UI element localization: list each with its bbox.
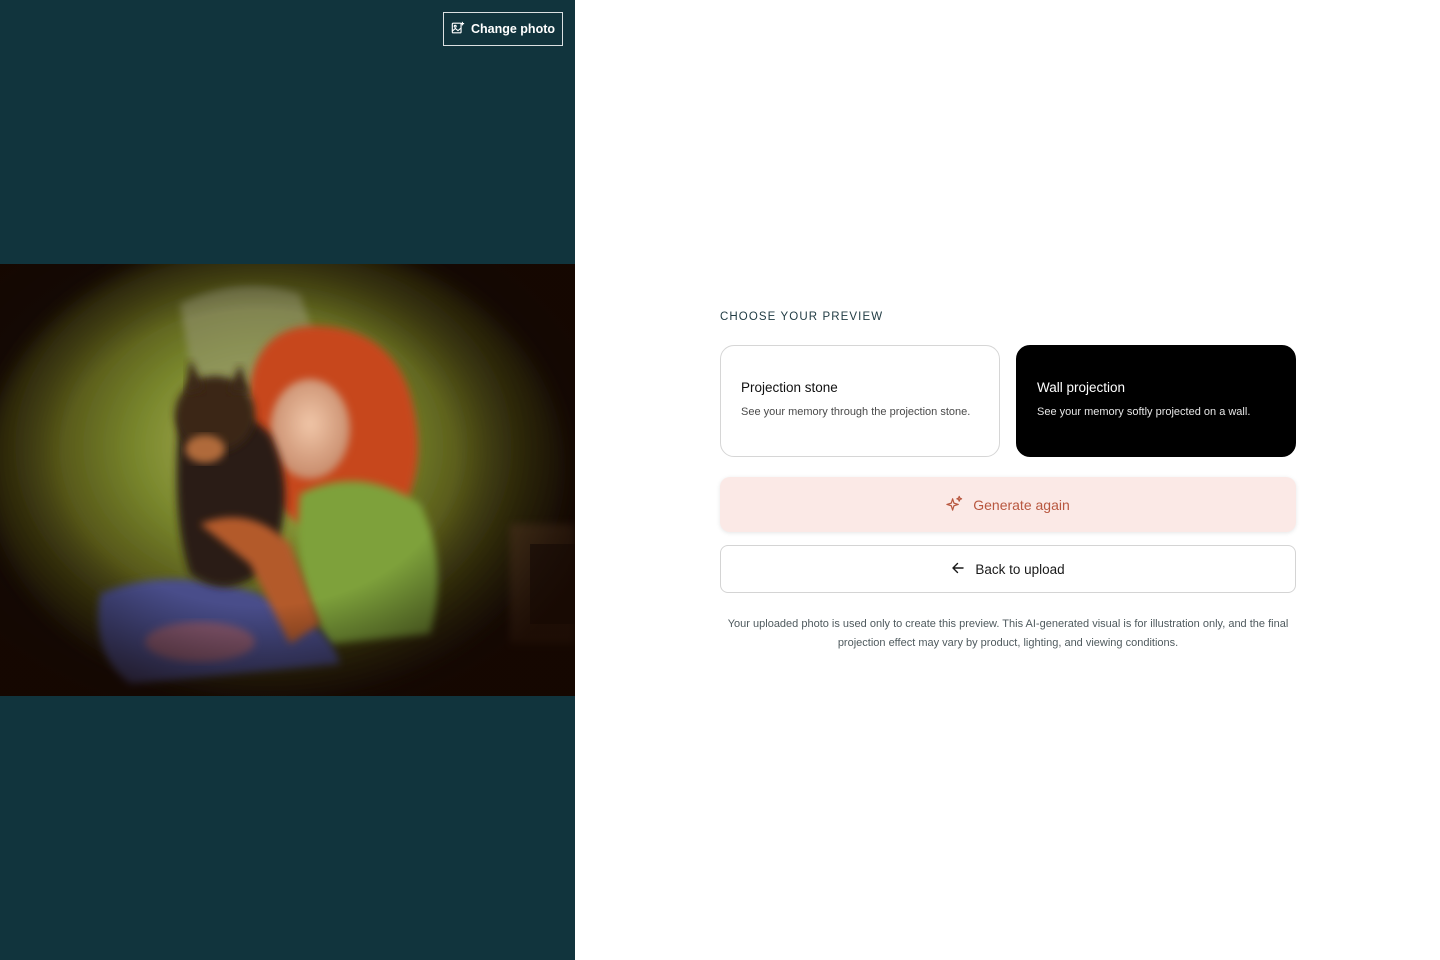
- disclaimer-text: Your uploaded photo is used only to crea…: [727, 618, 1289, 649]
- back-to-upload-button[interactable]: Back to upload: [720, 545, 1296, 593]
- option-description: See your memory through the projection s…: [741, 406, 971, 418]
- sparkles-icon: [946, 495, 963, 515]
- arrow-left-icon: [951, 561, 965, 578]
- option-projection-stone[interactable]: Projection stone See your memory through…: [720, 345, 1000, 457]
- section-label: CHOOSE YOUR PREVIEW: [720, 311, 884, 323]
- back-to-upload-label: Back to upload: [975, 561, 1065, 577]
- app-root: Change photo CHOOSE YOUR PREVIEW Project…: [0, 0, 1440, 960]
- option-description: See your memory softly projected on a wa…: [1037, 406, 1251, 418]
- preview-chooser: CHOOSE YOUR PREVIEW Projection stone See…: [720, 310, 1296, 653]
- projection-illustration: [0, 264, 575, 696]
- projection-preview-image: [0, 264, 575, 696]
- preview-options: Projection stone See your memory through…: [720, 345, 1296, 457]
- option-title: Projection stone: [741, 380, 838, 395]
- change-photo-button[interactable]: Change photo: [443, 12, 563, 46]
- change-photo-label: Change photo: [470, 22, 555, 36]
- generate-again-button[interactable]: Generate again: [720, 477, 1296, 532]
- preview-panel: Change photo: [0, 0, 575, 960]
- content-panel: CHOOSE YOUR PREVIEW Projection stone See…: [575, 0, 1440, 960]
- image-edit-icon: [451, 21, 465, 38]
- generate-again-label: Generate again: [973, 496, 1070, 513]
- option-title: Wall projection: [1037, 380, 1126, 395]
- option-wall-projection[interactable]: Wall projection See your memory softly p…: [1016, 345, 1296, 457]
